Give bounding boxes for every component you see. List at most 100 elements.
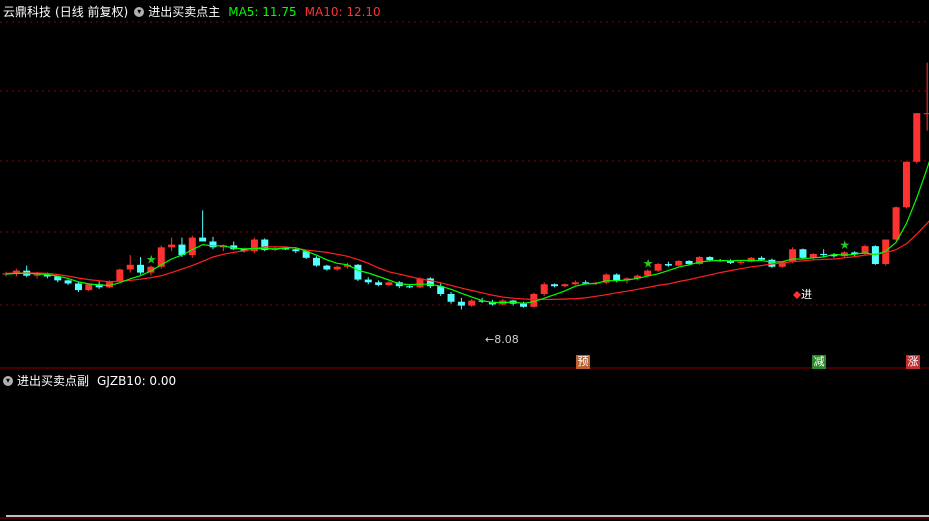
candle-body — [209, 241, 217, 248]
main-pane-header: 云鼎科技 (日线 前复权) ▾ 进出买卖点主 MA5: 11.75 MA10: … — [3, 3, 385, 20]
candle — [209, 236, 217, 250]
candle — [789, 247, 797, 263]
candle-body — [74, 283, 82, 291]
star-icon: ★ — [643, 256, 654, 270]
candle — [468, 299, 476, 307]
candle — [447, 292, 455, 304]
candle — [323, 264, 331, 271]
candle — [385, 281, 393, 287]
candle-body — [323, 265, 331, 270]
candle-body — [675, 260, 683, 266]
low-price-label: ←8.08 — [485, 333, 519, 346]
candle-body — [457, 301, 465, 306]
candle — [261, 238, 269, 252]
candle — [727, 259, 734, 265]
candle — [354, 264, 362, 282]
gjzb10-value: GJZB10: 0.00 — [97, 373, 177, 388]
candle — [116, 268, 124, 283]
candle-body — [737, 261, 745, 263]
ma10-value: MA10: 12.10 — [304, 4, 381, 19]
candle — [799, 248, 807, 259]
candle — [561, 283, 569, 288]
candle-body — [354, 264, 362, 280]
candle — [333, 265, 341, 271]
star-icon: ★ — [146, 253, 157, 267]
ma5-line — [5, 160, 929, 304]
candle-body — [820, 253, 828, 256]
candle — [675, 260, 683, 267]
candle-body — [561, 284, 569, 287]
candle-body — [33, 274, 41, 276]
tag-zhang: 涨 — [906, 355, 920, 369]
candle-body — [892, 207, 900, 240]
stock-name: 云鼎科技 — [3, 5, 52, 19]
candle-body — [333, 266, 341, 270]
candle-body — [447, 293, 455, 302]
candle-body — [706, 257, 714, 261]
candle-body — [571, 282, 579, 285]
candle — [375, 280, 383, 287]
candle-body — [385, 282, 393, 286]
candle-body — [758, 257, 766, 260]
buy-signal-marker: 进 — [793, 288, 812, 301]
sub-pane-header: ▾ 进出买卖点副 GJZB10: 0.00 — [3, 372, 180, 389]
candle-body — [116, 269, 124, 282]
candle-body — [188, 237, 196, 256]
candle — [64, 279, 72, 286]
ma5-value: MA5: 11.75 — [228, 4, 297, 19]
candle — [747, 257, 755, 263]
candle — [137, 257, 145, 275]
candle — [199, 210, 207, 242]
gjzb10-line — [6, 515, 929, 517]
candle-body — [375, 282, 383, 286]
candle — [292, 248, 300, 254]
candle — [695, 256, 703, 265]
candle — [406, 285, 414, 289]
candle-body — [664, 264, 672, 266]
candle-body — [540, 284, 548, 294]
tag-yu: 预 — [576, 355, 590, 369]
candle — [540, 282, 548, 296]
candle-body — [747, 257, 755, 262]
chart-canvas[interactable]: ★ ★ ★ ←8.08 进 — [0, 0, 929, 521]
candle-body — [644, 270, 652, 276]
candle-body — [902, 161, 910, 208]
candle — [250, 237, 258, 254]
candle — [188, 235, 196, 258]
candle-body — [923, 113, 929, 115]
candle — [457, 297, 465, 310]
candle-body — [468, 300, 476, 306]
candle — [126, 255, 134, 273]
indicator-name[interactable]: 进出买卖点主 — [148, 3, 220, 20]
candle — [426, 277, 434, 289]
candle-body — [199, 237, 207, 242]
candle — [602, 273, 610, 285]
candle — [664, 261, 672, 267]
candle — [737, 260, 745, 265]
candle-body — [126, 264, 134, 270]
candle — [654, 262, 662, 272]
candle — [902, 161, 910, 209]
tag-jian: 减 — [812, 355, 826, 369]
candle-body — [313, 257, 320, 266]
chevron-down-icon[interactable]: ▾ — [134, 6, 145, 17]
candle-body — [364, 279, 372, 283]
candle — [809, 253, 817, 261]
candle — [313, 256, 320, 267]
candle — [923, 62, 929, 131]
candle-body — [64, 280, 72, 284]
candle — [168, 237, 176, 252]
candle-body — [292, 249, 300, 252]
candle-body — [520, 303, 527, 307]
period-label: (日线 前复权) — [55, 5, 129, 19]
chevron-down-icon[interactable]: ▾ — [3, 375, 13, 386]
candle — [530, 292, 538, 308]
candle — [551, 283, 559, 288]
candle-body — [613, 274, 621, 281]
sub-indicator-name[interactable]: 进出买卖点副 — [17, 372, 89, 389]
candle-body — [85, 284, 93, 291]
candle-body — [168, 244, 176, 248]
candle — [364, 277, 372, 285]
candle-body — [551, 284, 559, 287]
candle-body — [654, 264, 662, 271]
